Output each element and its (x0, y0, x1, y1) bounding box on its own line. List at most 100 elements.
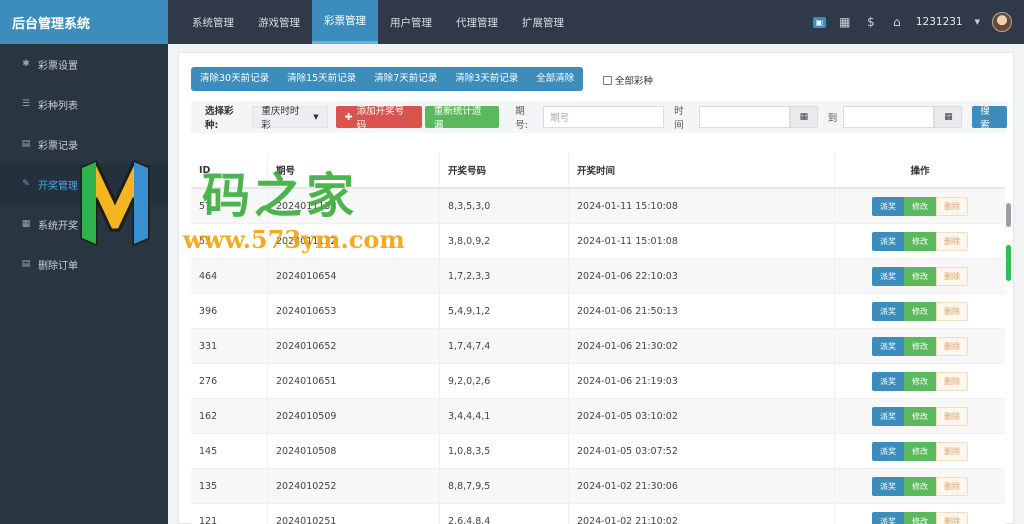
pay-button[interactable]: 派奖 (872, 266, 904, 286)
cell-issue: 2024010252 (267, 469, 439, 503)
delete-button[interactable]: 删除 (936, 441, 968, 461)
pay-button[interactable]: 派奖 (872, 511, 904, 524)
table-row: 145 2024010508 1,0,8,3,5 2024-01-05 03:07:5… (191, 434, 1005, 469)
cell-issue: 2024010509 (267, 399, 439, 433)
filter-bar: 选择彩种: 重庆时时彩 ▼ ✚ 添加开奖号码 重新统计遗漏 期号: 期号 时间 … (191, 101, 1007, 133)
add-draw-number-button[interactable]: ✚ 添加开奖号码 (335, 106, 422, 131)
pay-button[interactable]: 派奖 (872, 476, 904, 496)
cell-ops: 派奖 修改 删除 (834, 294, 1005, 328)
top-right-tools: ▣ ▦ $ ⌂ 1231231 ▼ (812, 12, 1024, 32)
calendar-icon[interactable]: ▦ (790, 106, 818, 128)
table-row: 396 2024010653 5,4,9,1,2 2024-01-06 21:50:1… (191, 294, 1005, 329)
delete-button[interactable]: 删除 (936, 231, 968, 251)
list-icon: ☰ (21, 99, 31, 109)
edit-button[interactable]: 修改 (904, 336, 936, 356)
start-time-input[interactable] (698, 106, 791, 128)
sidebar-item-lottery-settings[interactable]: ✱ 彩票设置 (0, 44, 168, 84)
cell-time: 2024-01-11 15:01:08 (568, 224, 834, 258)
clear-3-days-button[interactable]: 清除3天前记录 (446, 67, 527, 91)
all-lottery-label: 全部彩种 (615, 76, 654, 87)
delete-button[interactable]: 删除 (936, 266, 968, 286)
scrollbar-thumb[interactable] (1006, 245, 1011, 281)
cell-ops: 派奖 修改 删除 (834, 434, 1005, 468)
caret-down-icon: ▼ (313, 113, 319, 121)
delete-button[interactable]: 删除 (936, 406, 968, 426)
cell-issue: 2024010652 (267, 329, 439, 363)
clear-7-days-button[interactable]: 清除7天前记录 (365, 67, 446, 91)
edit-button[interactable]: 修改 (904, 476, 936, 496)
nav-lottery[interactable]: 彩票管理 (312, 0, 378, 44)
sidebar-item-lottery-list[interactable]: ☰ 彩种列表 (0, 84, 168, 124)
clear-all-button[interactable]: 全部清除 (527, 67, 583, 91)
edit-button[interactable]: 修改 (904, 231, 936, 251)
lottery-select[interactable]: 重庆时时彩 ▼ (252, 106, 328, 131)
header-numbers: 开奖号码 (439, 153, 568, 187)
recount-missing-button[interactable]: 重新统计遗漏 (424, 106, 500, 131)
username[interactable]: 1231231 (916, 16, 963, 28)
nav-game[interactable]: 游戏管理 (246, 0, 312, 44)
qrcode-icon[interactable]: ▦ (838, 15, 852, 29)
delete-button[interactable]: 删除 (936, 371, 968, 391)
edit-button[interactable]: 修改 (904, 441, 936, 461)
cell-ops: 派奖 修改 删除 (834, 469, 1005, 503)
edit-button[interactable]: 修改 (904, 196, 936, 216)
chevron-down-icon[interactable]: ▼ (975, 18, 980, 26)
all-lottery-checkbox[interactable]: 全部彩种 (603, 73, 653, 87)
app-title[interactable]: 后台管理系统 (0, 0, 168, 44)
cell-numbers: 1,0,8,3,5 (439, 434, 568, 468)
home-icon[interactable]: ⌂ (890, 15, 904, 29)
delete-button[interactable]: 删除 (936, 301, 968, 321)
pay-button[interactable]: 派奖 (872, 406, 904, 426)
nav-agent[interactable]: 代理管理 (444, 0, 510, 44)
delete-button[interactable]: 删除 (936, 476, 968, 496)
cell-ops: 派奖 修改 删除 (834, 504, 1005, 524)
nav-extension[interactable]: 扩展管理 (510, 0, 576, 44)
cell-time: 2024-01-06 21:30:02 (568, 329, 834, 363)
issue-input[interactable]: 期号 (543, 106, 665, 128)
table-row: 276 2024010651 9,2,0,2,6 2024-01-06 21:19:0… (191, 364, 1005, 399)
op-group: 派奖 修改 删除 (872, 511, 968, 524)
edit-button[interactable]: 修改 (904, 266, 936, 286)
sidebar: ✱ 彩票设置 ☰ 彩种列表 ▤ 彩票记录 ✎ 开奖管理 ▦ 系统开奖 ▤ 删除订… (0, 44, 168, 524)
nav-system[interactable]: 系统管理 (180, 0, 246, 44)
op-group: 派奖 修改 删除 (872, 371, 968, 391)
sidebar-item-delete-orders[interactable]: ▤ 删除订单 (0, 244, 168, 284)
delete-button[interactable]: 删除 (936, 336, 968, 356)
clear-30-days-button[interactable]: 清除30天前记录 (191, 67, 278, 91)
avatar[interactable] (992, 12, 1012, 32)
checkbox[interactable] (603, 75, 612, 85)
scrollbar[interactable] (1006, 203, 1011, 283)
dollar-icon[interactable]: $ (864, 15, 878, 29)
pay-button[interactable]: 派奖 (872, 301, 904, 321)
cell-id: 121 (199, 515, 218, 524)
calendar-icon[interactable]: ▦ (934, 106, 963, 128)
edit-button[interactable]: 修改 (904, 511, 936, 524)
pay-button[interactable]: 派奖 (872, 196, 904, 216)
plus-icon: ✚ (344, 111, 353, 123)
wrench-icon: ✎ (22, 179, 30, 189)
header-time: 开奖时间 (568, 153, 834, 187)
edit-button[interactable]: 修改 (904, 301, 936, 321)
cell-ops: 派奖 修改 删除 (834, 224, 1005, 258)
op-group: 派奖 修改 删除 (872, 476, 968, 496)
pay-button[interactable]: 派奖 (872, 441, 904, 461)
edit-button[interactable]: 修改 (904, 371, 936, 391)
message-icon[interactable]: ▣ (812, 16, 826, 28)
cell-id: 464 (199, 270, 218, 282)
search-button[interactable]: 搜索 (972, 106, 1007, 131)
cell-time: 2024-01-06 21:19:03 (568, 364, 834, 398)
delete-button[interactable]: 删除 (936, 196, 968, 216)
add-draw-number-label: 添加开奖号码 (356, 106, 405, 131)
nav-user[interactable]: 用户管理 (378, 0, 444, 44)
clear-15-days-button[interactable]: 清除15天前记录 (278, 67, 365, 91)
pay-button[interactable]: 派奖 (872, 371, 904, 391)
delete-button[interactable]: 删除 (936, 511, 968, 524)
pay-button[interactable]: 派奖 (872, 336, 904, 356)
sidebar-item-label: 系统开奖 (38, 220, 78, 232)
clear-records-group: 清除30天前记录 清除15天前记录 清除7天前记录 清除3天前记录 全部清除 (191, 67, 584, 91)
watermark-title: 码之家 (202, 168, 359, 224)
edit-button[interactable]: 修改 (904, 406, 936, 426)
to-label: 到 (827, 113, 838, 124)
end-time-input[interactable] (843, 106, 935, 128)
pay-button[interactable]: 派奖 (872, 231, 904, 251)
